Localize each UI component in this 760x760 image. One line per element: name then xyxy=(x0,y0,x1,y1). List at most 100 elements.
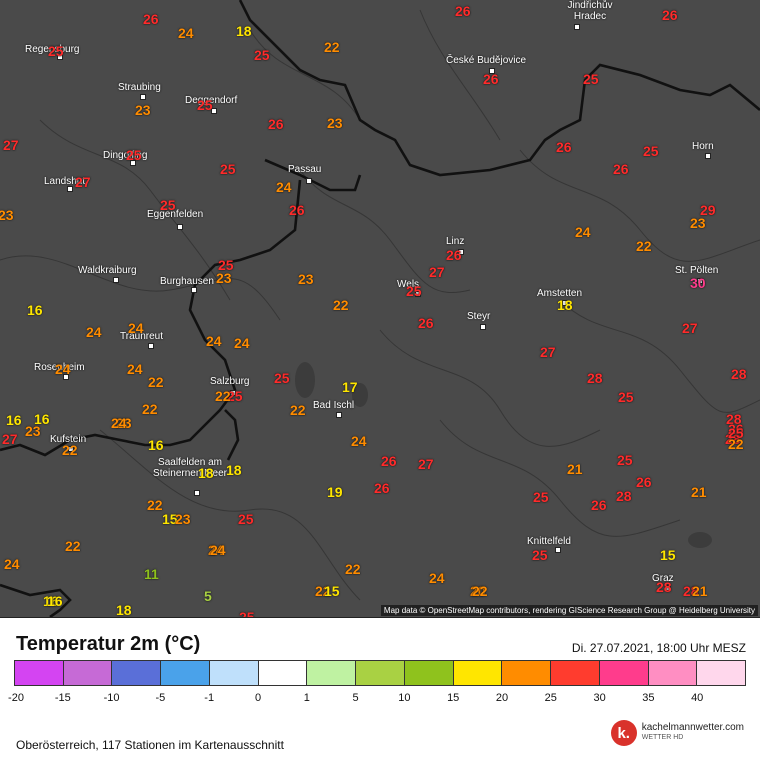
temperature-value[interactable]: 24 xyxy=(234,336,250,350)
temperature-value[interactable]: 24 xyxy=(128,321,144,335)
temperature-value[interactable]: 24 xyxy=(178,26,194,40)
temperature-value[interactable]: 15 xyxy=(324,584,340,598)
temperature-value[interactable]: 26 xyxy=(483,72,499,86)
temperature-value[interactable]: 25 xyxy=(126,148,142,162)
temperature-value[interactable]: 21 xyxy=(567,462,583,476)
temperature-value[interactable]: 11 xyxy=(144,567,159,581)
temperature-value[interactable]: 26 xyxy=(591,498,607,512)
temperature-value[interactable]: 19 xyxy=(327,485,343,499)
temperature-value[interactable]: 24 xyxy=(127,362,143,376)
temperature-value[interactable]: 26 xyxy=(636,475,652,489)
temperature-value[interactable]: 25 xyxy=(254,48,270,62)
temperature-value[interactable]: 26 xyxy=(613,162,629,176)
temperature-value[interactable]: 25 xyxy=(239,610,255,617)
temperature-value[interactable]: 24 xyxy=(111,416,127,430)
temperature-value[interactable]: 25 xyxy=(238,512,254,526)
temperature-value[interactable]: 23 xyxy=(0,208,14,222)
temperature-value[interactable]: 23 xyxy=(327,116,343,130)
temperature-value[interactable]: 26 xyxy=(662,8,678,22)
temperature-value[interactable]: 27 xyxy=(75,175,91,189)
temperature-value[interactable]: 26 xyxy=(143,12,159,26)
temperature-value[interactable]: 30 xyxy=(690,276,706,290)
temperature-value[interactable]: 15 xyxy=(660,548,676,562)
temperature-value[interactable]: 22 xyxy=(142,402,158,416)
temperature-value[interactable]: 25 xyxy=(617,453,633,467)
temperature-value[interactable]: 24 xyxy=(351,434,367,448)
temperature-value[interactable]: 24 xyxy=(210,543,226,557)
temperature-value[interactable]: 27 xyxy=(540,345,556,359)
temperature-value[interactable]: 23 xyxy=(25,424,41,438)
temperature-value[interactable]: 21 xyxy=(692,584,708,598)
temperature-value[interactable]: 22 xyxy=(333,298,349,312)
temperature-value[interactable]: 26 xyxy=(374,481,390,495)
temperature-value[interactable]: 16 xyxy=(47,594,63,608)
temperature-value[interactable]: 26 xyxy=(556,140,572,154)
temperature-value[interactable]: 24 xyxy=(55,362,71,376)
temperature-value[interactable]: 16 xyxy=(27,303,43,317)
temperature-value[interactable]: 22 xyxy=(345,562,361,576)
temperature-value[interactable]: 24 xyxy=(86,325,102,339)
temperature-value[interactable]: 24 xyxy=(575,225,591,239)
temperature-value[interactable]: 16 xyxy=(6,413,22,427)
temperature-value[interactable]: 26 xyxy=(268,117,284,131)
city-label: Passau xyxy=(288,164,322,175)
temperature-value[interactable]: 25 xyxy=(197,98,213,112)
temperature-value[interactable]: 28 xyxy=(616,489,632,503)
temperature-value[interactable]: 18 xyxy=(557,298,573,312)
temperature-value[interactable]: 25 xyxy=(532,548,548,562)
temperature-value[interactable]: 23 xyxy=(135,103,151,117)
temperature-value[interactable]: 24 xyxy=(429,571,445,585)
temperature-value[interactable]: 22 xyxy=(324,40,340,54)
temperature-value[interactable]: 27 xyxy=(3,138,19,152)
temperature-value[interactable]: 27 xyxy=(682,321,698,335)
city-label: Salzburg xyxy=(210,376,250,387)
temperature-value[interactable]: 24 xyxy=(276,180,292,194)
temperature-value[interactable]: 24 xyxy=(206,334,222,348)
temperature-value[interactable]: 5 xyxy=(204,589,212,603)
temperature-value[interactable]: 26 xyxy=(289,203,305,217)
temperature-value[interactable]: 25 xyxy=(406,284,422,298)
temperature-value[interactable]: 25 xyxy=(533,490,549,504)
temperature-value[interactable]: 21 xyxy=(691,485,707,499)
temperature-value[interactable]: 18 xyxy=(198,466,214,480)
temperature-value[interactable]: 23 xyxy=(298,272,314,286)
temperature-value[interactable]: 17 xyxy=(342,380,358,394)
temperature-value[interactable]: 23 xyxy=(175,512,191,526)
temperature-value[interactable]: 26 xyxy=(446,248,462,262)
brand-logo[interactable]: k. kachelmannwetter.com WETTER HD xyxy=(610,719,744,747)
temperature-value[interactable]: 18 xyxy=(226,463,242,477)
temperature-value[interactable]: 16 xyxy=(148,438,164,452)
temperature-value[interactable]: 22 xyxy=(65,539,81,553)
temperature-value[interactable]: 27 xyxy=(429,265,445,279)
temperature-value[interactable]: 22 xyxy=(147,498,163,512)
temperature-value[interactable]: 27 xyxy=(2,432,18,446)
temperature-value[interactable]: 25 xyxy=(160,198,176,212)
temperature-value[interactable]: 25 xyxy=(48,44,64,58)
temperature-value[interactable]: 27 xyxy=(418,457,434,471)
temperature-value[interactable]: 24 xyxy=(4,557,20,571)
temperature-value[interactable]: 25 xyxy=(618,390,634,404)
temperature-value[interactable]: 26 xyxy=(418,316,434,330)
temperature-value[interactable]: 22 xyxy=(728,437,744,451)
temperature-value[interactable]: 26 xyxy=(455,4,471,18)
temperature-value[interactable]: 26 xyxy=(381,454,397,468)
temperature-value[interactable]: 22 xyxy=(62,443,78,457)
temperature-value[interactable]: 18 xyxy=(236,24,252,38)
temperature-value[interactable]: 28 xyxy=(656,580,672,594)
temperature-value[interactable]: 22 xyxy=(636,239,652,253)
temperature-value[interactable]: 25 xyxy=(643,144,659,158)
temperature-map[interactable]: Regensburg Straubing Deggendorf Dingolfing L… xyxy=(0,0,760,618)
temperature-value[interactable]: 28 xyxy=(731,367,747,381)
temperature-value[interactable]: 22 xyxy=(148,375,164,389)
temperature-value[interactable]: 22 xyxy=(472,584,488,598)
temperature-value[interactable]: 25 xyxy=(274,371,290,385)
temperature-value[interactable]: 25 xyxy=(220,162,236,176)
temperature-value[interactable]: 22 xyxy=(215,389,231,403)
legend-tick-label: 40 xyxy=(691,692,704,704)
temperature-value[interactable]: 22 xyxy=(290,403,306,417)
temperature-value[interactable]: 23 xyxy=(216,271,232,285)
temperature-value[interactable]: 23 xyxy=(690,216,706,230)
temperature-value[interactable]: 28 xyxy=(587,371,603,385)
temperature-value[interactable]: 25 xyxy=(583,72,599,86)
temperature-value[interactable]: 18 xyxy=(116,603,132,617)
